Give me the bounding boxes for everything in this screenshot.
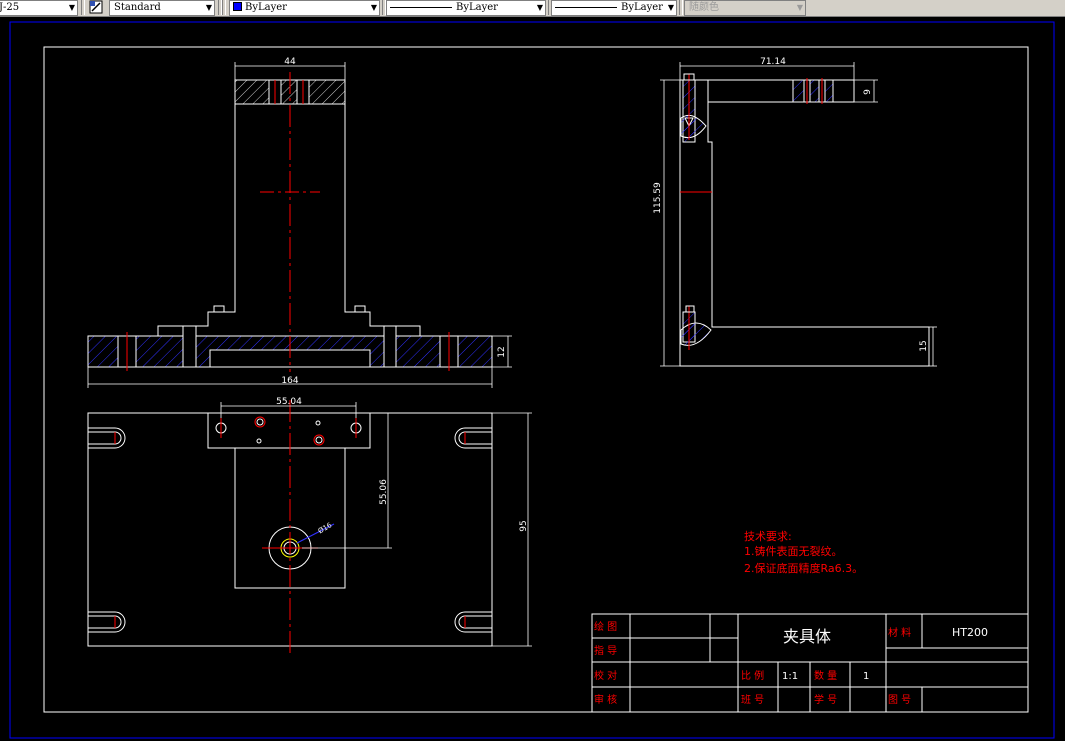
chevron-down-icon: ▼ bbox=[796, 3, 803, 12]
chevron-down-icon: ▼ bbox=[536, 3, 543, 12]
side-arm-hatch bbox=[792, 79, 834, 103]
label-class: 班 号 bbox=[741, 694, 764, 706]
u-slot-inner bbox=[458, 431, 492, 445]
notes-line-2: 2.保证底面精度Ra6.3。 bbox=[744, 561, 863, 575]
u-slot-inner bbox=[88, 431, 122, 445]
label-material: 材 料 bbox=[888, 626, 911, 639]
small-hole bbox=[315, 420, 321, 426]
lineweight-select[interactable]: ByLayer ▼ bbox=[551, 0, 677, 16]
side-cap-lower bbox=[685, 305, 695, 313]
label-student: 学 号 bbox=[814, 693, 837, 706]
dimstyle-value: J-25 bbox=[0, 2, 20, 13]
dim-55-04: 55.04 bbox=[276, 397, 302, 407]
drawing-frame bbox=[43, 46, 1029, 713]
side-dims bbox=[660, 62, 937, 367]
linetype-select[interactable]: ByLayer ▼ bbox=[386, 0, 546, 16]
toolbar-divider bbox=[222, 0, 226, 15]
u-slot-top-right bbox=[454, 427, 492, 449]
dim-15: 15 bbox=[919, 340, 929, 351]
dim-44: 44 bbox=[284, 57, 296, 67]
u-slot-inner bbox=[458, 615, 492, 629]
toolbar-divider bbox=[679, 0, 683, 15]
dimstyle-select[interactable]: J-25 ▼ bbox=[0, 0, 78, 16]
label-shenhe: 审 核 bbox=[594, 693, 617, 706]
top-block bbox=[207, 412, 371, 449]
u-slot-bottom-left bbox=[88, 611, 126, 633]
label-scale: 比 例 bbox=[741, 669, 764, 682]
rib-left bbox=[213, 305, 225, 313]
color-swatch-icon bbox=[233, 2, 242, 11]
color-select[interactable]: ByLayer ▼ bbox=[229, 0, 380, 16]
plotstyle-value: 随颜色 bbox=[689, 2, 719, 13]
textstyle-icon[interactable] bbox=[89, 0, 103, 14]
top-view[interactable] bbox=[87, 400, 493, 655]
textstyle-select[interactable]: Standard ▼ bbox=[109, 0, 215, 16]
small-hole bbox=[256, 438, 262, 444]
properties-toolbar: J-25 ▼ Standard ▼ ByLayer ▼ ByLayer ▼ By… bbox=[0, 0, 1065, 17]
qty-value: 1 bbox=[863, 671, 869, 682]
label-drawing-no: 图 号 bbox=[888, 694, 911, 706]
u-slot-bottom-right bbox=[454, 611, 492, 633]
hole-b-inner bbox=[315, 436, 323, 444]
notes-title: 技术要求: bbox=[744, 530, 792, 543]
side-boss-upper bbox=[680, 114, 707, 139]
title-block-text: 绘 图 指 导 校 对 审 核 夹具体 材 料 HT200 比 例 1:1 数 … bbox=[594, 620, 988, 706]
dim-9: 9 bbox=[863, 89, 873, 95]
plotstyle-select[interactable]: 随颜色 ▼ bbox=[684, 0, 806, 16]
dim-164: 164 bbox=[281, 376, 298, 386]
chevron-down-icon: ▼ bbox=[205, 3, 212, 12]
rib-right bbox=[354, 305, 366, 313]
lineweight-sample-icon bbox=[555, 7, 617, 8]
part-name: 夹具体 bbox=[783, 627, 831, 646]
front-view[interactable] bbox=[87, 72, 493, 372]
chevron-down-icon: ▼ bbox=[68, 3, 75, 12]
technical-notes[interactable]: 技术要求: 1.铸件表面无裂纹。 2.保证底面精度Ra6.3。 bbox=[744, 530, 863, 575]
side-view[interactable] bbox=[679, 73, 930, 367]
base-step-left bbox=[182, 325, 197, 368]
dim-12: 12 bbox=[497, 346, 507, 357]
notes-line-1: 1.铸件表面无裂纹。 bbox=[744, 544, 843, 558]
top-dims bbox=[220, 402, 532, 647]
base-step-right bbox=[383, 325, 397, 368]
label-jiaodui: 校 对 bbox=[594, 669, 617, 682]
u-slot-inner bbox=[88, 615, 122, 629]
side-boss-lower bbox=[680, 322, 712, 346]
scale-value: 1:1 bbox=[782, 671, 798, 682]
chevron-down-icon: ▼ bbox=[667, 3, 674, 12]
chevron-down-icon: ▼ bbox=[370, 3, 377, 12]
label-zhidao: 指 导 bbox=[594, 644, 617, 657]
textstyle-value: Standard bbox=[114, 2, 161, 13]
material-value: HT200 bbox=[952, 626, 988, 639]
dim-115-59: 115.59 bbox=[653, 182, 663, 214]
side-outline bbox=[679, 79, 930, 367]
dim-55-06: 55.06 bbox=[379, 479, 389, 505]
label-qty: 数 量 bbox=[814, 669, 837, 682]
column-outline bbox=[157, 104, 421, 336]
toolbar-divider bbox=[81, 0, 85, 15]
drawing-canvas[interactable]: 44 164 12 55.04 55.06 95 Ø16 71.14 9 115… bbox=[0, 16, 1065, 741]
dim-71-14: 71.14 bbox=[760, 57, 786, 67]
lineweight-value: ByLayer bbox=[621, 2, 663, 13]
dim-95: 95 bbox=[519, 520, 529, 531]
dim-phi16: Ø16 bbox=[317, 521, 334, 535]
linetype-value: ByLayer bbox=[456, 2, 498, 13]
label-huitu: 绘 图 bbox=[594, 620, 617, 633]
color-value: ByLayer bbox=[245, 2, 287, 13]
hole-a-inner bbox=[256, 418, 264, 426]
u-slot-top-left bbox=[88, 427, 126, 449]
linetype-sample-icon bbox=[390, 7, 452, 8]
